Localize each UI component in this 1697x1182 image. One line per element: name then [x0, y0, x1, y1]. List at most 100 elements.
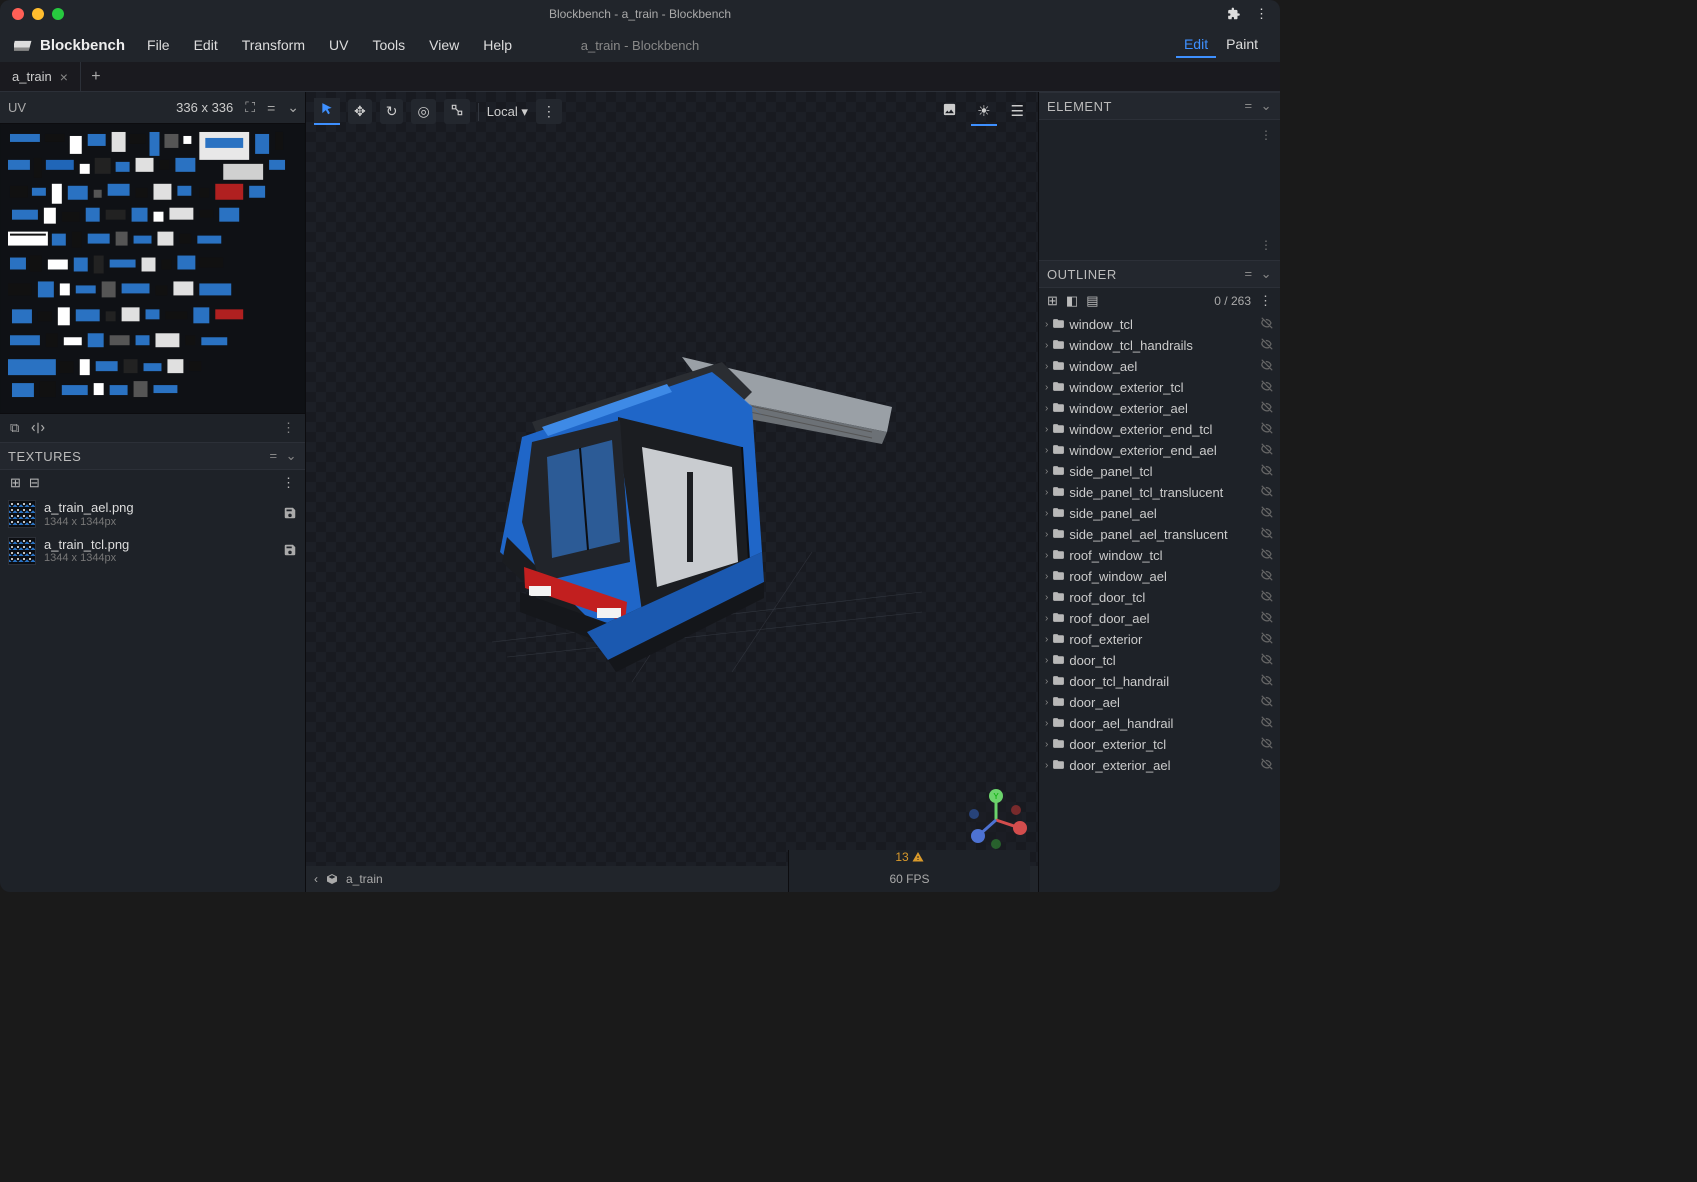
element-collapse-icon[interactable]: ⌄ [1261, 98, 1272, 114]
close-window-button[interactable] [12, 8, 24, 20]
mode-edit-tab[interactable]: Edit [1176, 32, 1216, 58]
outliner-item[interactable]: ›side_panel_ael [1039, 503, 1280, 524]
visibility-toggle-icon[interactable] [1260, 337, 1274, 354]
outliner-item[interactable]: ›door_tcl [1039, 650, 1280, 671]
outliner-options-icon[interactable]: = [1245, 266, 1253, 282]
outliner-item[interactable]: ›roof_door_tcl [1039, 587, 1280, 608]
vertex-tool-icon[interactable] [444, 99, 470, 124]
chevron-right-icon[interactable]: › [1045, 634, 1048, 645]
chevron-right-icon[interactable]: › [1045, 508, 1048, 519]
orientation-gizmo[interactable]: Y [964, 788, 1028, 852]
outliner-item[interactable]: ›side_panel_ael_translucent [1039, 524, 1280, 545]
visibility-toggle-icon[interactable] [1260, 526, 1274, 543]
texture-item[interactable]: a_train_tcl.png 1344 x 1344px [0, 533, 305, 570]
outliner-panel-header[interactable]: OUTLINER = ⌄ [1039, 260, 1280, 288]
visibility-toggle-icon[interactable] [1260, 694, 1274, 711]
visibility-toggle-icon[interactable] [1260, 673, 1274, 690]
outliner-item[interactable]: ›window_tcl [1039, 314, 1280, 335]
chevron-right-icon[interactable]: › [1045, 361, 1048, 372]
outliner-item[interactable]: ›door_ael [1039, 692, 1280, 713]
visibility-toggle-icon[interactable] [1260, 568, 1274, 585]
textures-collapse-icon[interactable]: ⌄ [286, 448, 297, 464]
chevron-right-icon[interactable]: › [1045, 718, 1048, 729]
status-warnings[interactable]: 13 [895, 850, 923, 864]
rotate-tool-icon[interactable]: ↻ [380, 99, 404, 124]
chevron-right-icon[interactable]: › [1045, 445, 1048, 456]
visibility-toggle-icon[interactable] [1260, 589, 1274, 606]
chevron-right-icon[interactable]: › [1045, 403, 1048, 414]
plugins-icon[interactable] [1227, 6, 1241, 22]
element-options-icon[interactable]: = [1245, 98, 1253, 114]
select-tool-icon[interactable] [314, 98, 340, 125]
chevron-right-icon[interactable]: › [1045, 739, 1048, 750]
outliner-item[interactable]: ›door_exterior_ael [1039, 755, 1280, 776]
visibility-toggle-icon[interactable] [1260, 652, 1274, 669]
chevron-right-icon[interactable]: › [1045, 592, 1048, 603]
chevron-right-icon[interactable]: › [1045, 613, 1048, 624]
add-texture-button[interactable]: ⊞ [10, 475, 21, 491]
outliner-item[interactable]: ›door_ael_handrail [1039, 713, 1280, 734]
uv-options-icon[interactable]: = [261, 96, 281, 120]
menu-uv[interactable]: UV [319, 33, 358, 57]
textures-options-icon[interactable]: = [270, 448, 278, 464]
maximize-window-button[interactable] [52, 8, 64, 20]
chevron-right-icon[interactable]: › [1045, 466, 1048, 477]
outliner-item[interactable]: ›window_exterior_end_ael [1039, 440, 1280, 461]
screenshot-icon[interactable] [936, 98, 963, 126]
add-group-button[interactable]: ◧ [1066, 293, 1078, 309]
element-panel-header[interactable]: ELEMENT = ⌄ [1039, 92, 1280, 120]
outliner-item[interactable]: ›window_tcl_handrails [1039, 335, 1280, 356]
outliner-item[interactable]: ›door_tcl_handrail [1039, 671, 1280, 692]
visibility-toggle-icon[interactable] [1260, 484, 1274, 501]
chevron-right-icon[interactable]: › [1045, 529, 1048, 540]
visibility-toggle-icon[interactable] [1260, 400, 1274, 417]
visibility-toggle-icon[interactable] [1260, 715, 1274, 732]
outliner-item[interactable]: ›window_exterior_end_tcl [1039, 419, 1280, 440]
textures-more-icon[interactable]: ⋮ [282, 475, 295, 491]
uv-resolution[interactable]: 336 x 336 [170, 100, 239, 115]
menu-tools[interactable]: Tools [362, 33, 415, 57]
visibility-toggle-icon[interactable] [1260, 358, 1274, 375]
visibility-toggle-icon[interactable] [1260, 442, 1274, 459]
add-texture-folder-button[interactable]: ⊟ [29, 475, 40, 491]
outliner-item[interactable]: ›side_panel_tcl [1039, 461, 1280, 482]
uv-fullscreen-icon[interactable]: ⛶ [239, 95, 261, 120]
chevron-right-icon[interactable]: › [1045, 571, 1048, 582]
chevron-right-icon[interactable]: › [1045, 319, 1048, 330]
close-tab-button[interactable]: × [60, 69, 68, 85]
link-icon[interactable]: ⧉ [10, 420, 19, 436]
outliner-item[interactable]: ›side_panel_tcl_translucent [1039, 482, 1280, 503]
save-texture-icon[interactable] [283, 506, 297, 523]
visibility-toggle-icon[interactable] [1260, 610, 1274, 627]
more-icon[interactable]: ⋮ [1255, 6, 1268, 22]
visibility-toggle-icon[interactable] [1260, 505, 1274, 522]
mode-paint-tab[interactable]: Paint [1218, 32, 1266, 58]
visibility-toggle-icon[interactable] [1260, 547, 1274, 564]
uv-link-more-icon[interactable]: ⋮ [282, 420, 295, 436]
chevron-right-icon[interactable]: › [1045, 760, 1048, 771]
new-tab-button[interactable]: + [81, 62, 111, 91]
uv-collapse-icon[interactable]: ⌄ [281, 95, 305, 120]
menu-transform[interactable]: Transform [232, 33, 315, 57]
outliner-item[interactable]: ›door_exterior_tcl [1039, 734, 1280, 755]
status-prev-icon[interactable]: ‹ [314, 872, 318, 886]
chevron-right-icon[interactable]: › [1045, 676, 1048, 687]
pivot-tool-icon[interactable]: ◎ [411, 99, 435, 124]
visibility-toggle-icon[interactable] [1260, 421, 1274, 438]
menu-view[interactable]: View [419, 33, 469, 57]
mirror-icon[interactable] [31, 421, 45, 435]
visibility-toggle-icon[interactable] [1260, 379, 1274, 396]
project-tab[interactable]: a_train × [0, 62, 81, 91]
visibility-toggle-icon[interactable] [1260, 631, 1274, 648]
transform-space-dropdown[interactable]: Local ▾ [487, 104, 528, 120]
outliner-sort-button[interactable]: ▤ [1086, 293, 1098, 309]
chevron-right-icon[interactable]: › [1045, 424, 1048, 435]
outliner-item[interactable]: ›window_exterior_ael [1039, 398, 1280, 419]
chevron-right-icon[interactable]: › [1045, 487, 1048, 498]
outliner-item[interactable]: ›roof_door_ael [1039, 608, 1280, 629]
viewport-more-icon[interactable]: ⋮ [536, 99, 562, 124]
textures-panel-header[interactable]: TEXTURES = ⌄ [0, 442, 305, 470]
minimize-window-button[interactable] [32, 8, 44, 20]
chevron-right-icon[interactable]: › [1045, 382, 1048, 393]
outliner-item[interactable]: ›window_exterior_tcl [1039, 377, 1280, 398]
